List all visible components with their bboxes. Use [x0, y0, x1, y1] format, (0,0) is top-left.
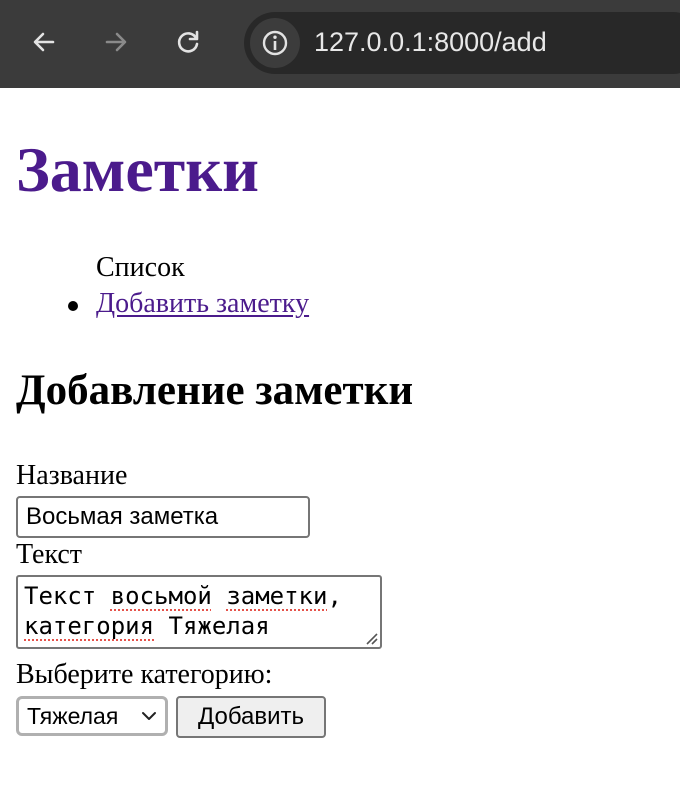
- reload-button[interactable]: [168, 22, 208, 62]
- textarea-word-misspelled: категория: [24, 612, 155, 640]
- arrow-right-icon: [105, 32, 127, 52]
- add-note-link[interactable]: Добавить заметку: [96, 288, 309, 319]
- textarea-word-misspelled: заметки: [226, 582, 328, 610]
- info-icon: [262, 30, 288, 56]
- resize-handle-icon[interactable]: [364, 631, 378, 645]
- nav-item-list: Список: [16, 250, 309, 286]
- arrow-left-icon: [33, 32, 55, 52]
- textarea-space: [212, 582, 226, 610]
- text-textarea[interactable]: Текст восьмой заметки, категория Тяжелая: [16, 575, 382, 649]
- chevron-down-icon: [142, 712, 156, 720]
- nav-item-add-note: Добавить заметку: [16, 286, 309, 322]
- category-select[interactable]: Тяжелая: [16, 696, 168, 736]
- textarea-punct: ,: [327, 582, 342, 610]
- textarea-line-2: категория Тяжелая: [24, 611, 374, 641]
- title-label: Название: [16, 460, 128, 491]
- reload-icon: [177, 30, 199, 53]
- category-selected-value: Тяжелая: [27, 703, 119, 729]
- category-label: Выберите категорию:: [16, 659, 273, 690]
- textarea-word-misspelled: восьмой: [110, 582, 212, 610]
- site-info-button[interactable]: [250, 18, 300, 68]
- address-bar[interactable]: 127.0.0.1:8000/add: [244, 12, 680, 74]
- forward-button[interactable]: [96, 22, 136, 62]
- text-label: Текст: [16, 539, 83, 570]
- nav-menu: Список Добавить заметку: [16, 250, 309, 322]
- textarea-word: Тяжелая: [154, 612, 270, 640]
- form-heading: Добавление заметки: [16, 367, 414, 414]
- title-input[interactable]: [16, 496, 310, 538]
- back-button[interactable]: [24, 22, 64, 62]
- textarea-line-1: Текст восьмой заметки,: [24, 581, 374, 611]
- submit-button[interactable]: Добавить: [176, 696, 326, 738]
- site-title: Заметки: [16, 134, 259, 205]
- browser-toolbar: 127.0.0.1:8000/add: [0, 0, 680, 88]
- url-text[interactable]: 127.0.0.1:8000/add: [314, 26, 547, 58]
- nav-item-list-label: Список: [96, 252, 185, 283]
- textarea-word: Текст: [24, 582, 111, 610]
